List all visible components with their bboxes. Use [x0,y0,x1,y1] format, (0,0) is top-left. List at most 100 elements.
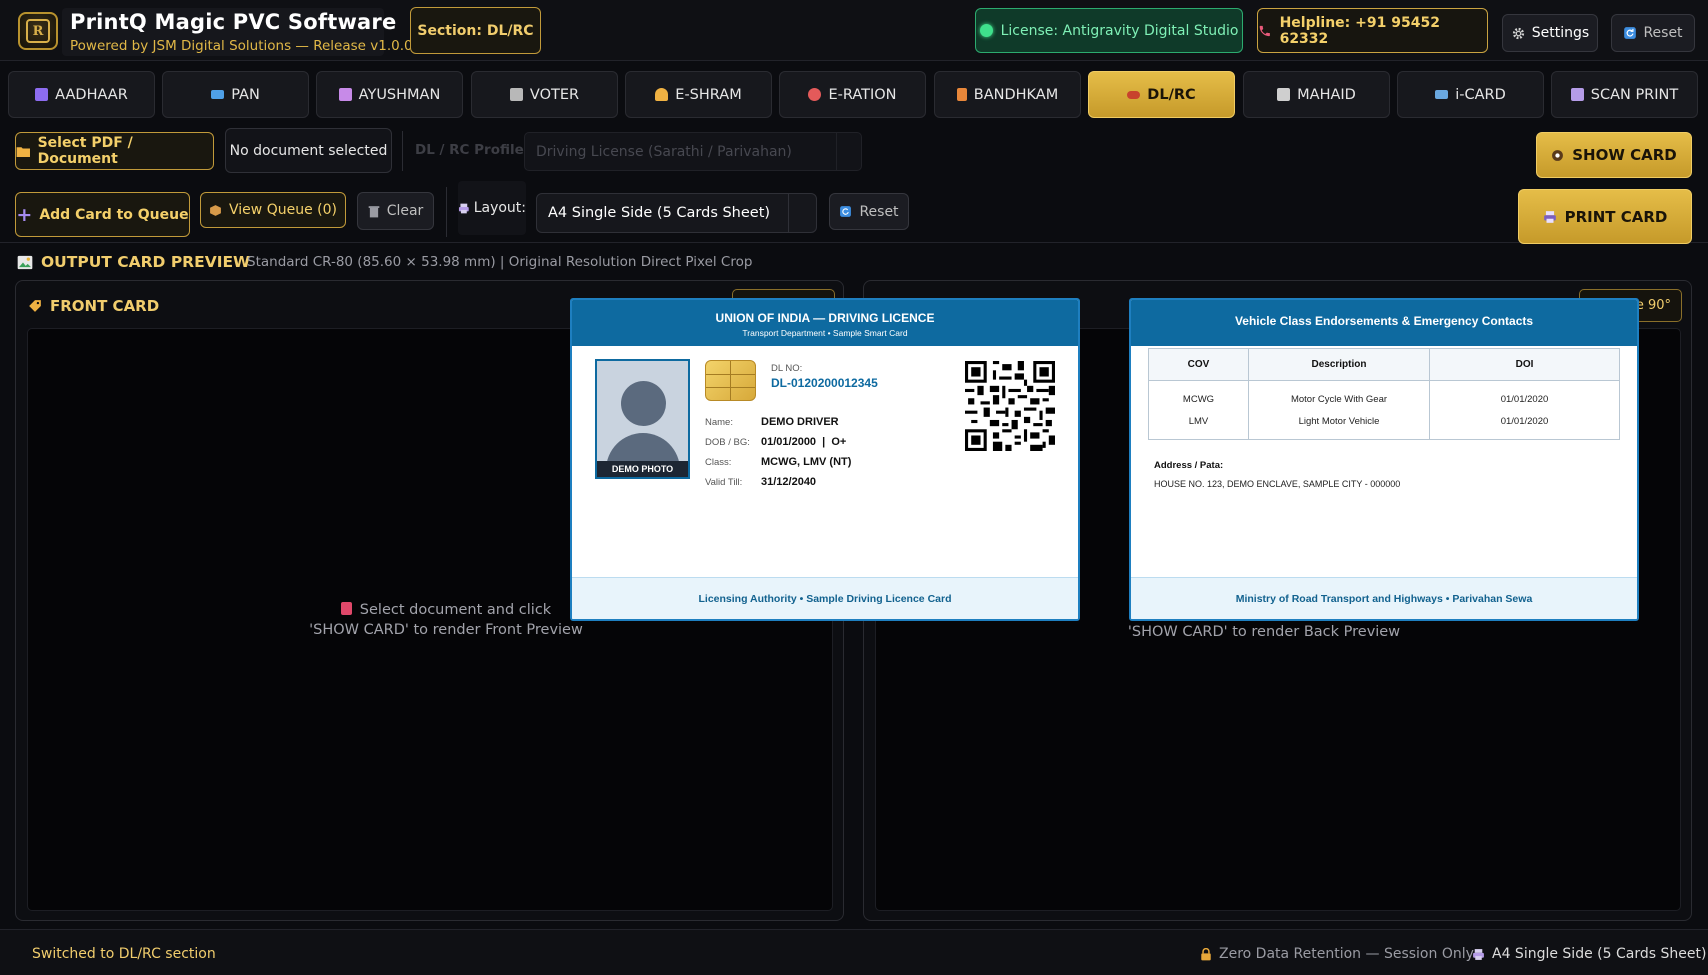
reset-button[interactable]: Reset [829,193,909,230]
print-card-button[interactable]: PRINT CARD [1518,189,1692,244]
qr-code-icon [965,361,1055,451]
license-status-icon [979,24,993,37]
license-button[interactable]: License: Antigravity Digital Studio [975,8,1243,53]
card-icon [340,602,352,615]
dl-no-label: DL NO: [771,363,803,374]
front-card-header: UNION OF INDIA — DRIVING LICENCE Transpo… [572,300,1078,346]
divider [402,131,403,171]
back-card: Vehicle Class Endorsements & Emergency C… [1129,298,1639,621]
tab-bandhkam[interactable]: BANDHKAM [934,71,1081,118]
document-status: No document selected [225,128,392,173]
front-card-title: FRONT CARD [28,297,159,315]
folder-icon [16,146,30,157]
tab-e-shram[interactable]: E-SHRAM [625,71,772,118]
ballot-icon [509,88,523,101]
tab-ayushman[interactable]: AYUSHMAN [316,71,463,118]
back-card-header: Vehicle Class Endorsements & Emergency C… [1131,300,1637,346]
app-header: R PrintQ Magic PVC Software Powered by J… [0,0,1708,61]
column-header: COV [1148,347,1249,382]
tab-aadhaar[interactable]: AADHAAR [8,71,155,118]
dob-label: DOB / BG: [705,437,750,448]
card-icon [211,90,225,99]
id-icon [35,88,49,101]
status-bar: Switched to DL/RC section Zero Data Rete… [0,929,1708,975]
refresh-icon [840,206,852,217]
photo-caption: DEMO PHOTO [597,461,688,477]
front-card: UNION OF INDIA — DRIVING LICENCE Transpo… [570,298,1080,621]
tab-dl-rc[interactable]: DL/RC [1088,71,1235,118]
layout-select[interactable]: A4 Single Side (5 Cards Sheet) [536,193,817,233]
settings-label: Settings [1531,25,1590,41]
column-header: DOI [1429,347,1620,382]
front-card-subheading: Transport Department • Sample Smart Card [742,328,908,338]
back-placeholder: 'SHOW CARD' to render Back Preview [1127,624,1401,640]
profile-value: Driving License (Sarathi / Parivahan) [536,143,792,160]
table-row: MCWG Motor Cycle With Gear 01/01/2020 [1148,380,1620,413]
select-pdf-button[interactable]: Select PDF / Document [15,132,214,170]
layout-value: A4 Single Side (5 Cards Sheet) [548,205,771,221]
car-icon [1127,90,1141,99]
front-card-footer: Licensing Authority • Sample Driving Lic… [572,577,1078,619]
phone-icon [1259,25,1270,36]
printer-icon [1473,948,1484,960]
back-card-footer: Ministry of Road Transport and Highways … [1131,577,1637,619]
tab-i-card[interactable]: i-CARD [1397,71,1544,118]
tab-voter[interactable]: VOTER [471,71,618,118]
tag-icon [29,300,41,312]
printer-icon [458,203,469,213]
section-tabs: AADHAAR PAN AYUSHMAN VOTER E-SHRAM E-RAT… [8,71,1702,119]
tab-mahaid[interactable]: MAHAID [1243,71,1390,118]
app-logo: R [18,12,58,50]
bank-icon [1277,88,1291,101]
tab-pan[interactable]: PAN [162,71,309,118]
valid-label: Valid Till: [705,477,743,488]
valid-value: 31/12/2040 [761,476,817,488]
tab-scan-print[interactable]: SCAN PRINT [1551,71,1698,118]
preview-heading: OUTPUT CARD PREVIEW [17,252,250,272]
eye-icon [1552,149,1564,161]
show-card-button[interactable]: SHOW CARD [1536,132,1692,178]
building-icon [956,88,967,101]
class-value: MCWG, LMV (NT) [761,456,852,468]
name-label: Name: [705,417,733,428]
preview-subtitle: Standard CR-80 (85.60 × 53.98 mm) | Orig… [247,254,753,270]
class-label: Class: [705,457,732,468]
smart-chip-icon [705,360,756,401]
worker-icon [655,88,669,101]
section-badge[interactable]: Section: DL/RC [410,7,541,54]
reset-app-button[interactable]: Reset [1611,14,1695,52]
preview-title: OUTPUT CARD PREVIEW [41,253,251,271]
lock-icon [1201,947,1211,960]
view-queue-button[interactable]: View Queue (0) [200,192,346,228]
tab-e-ration[interactable]: E-RATION [779,71,926,118]
name-value: DEMO DRIVER [761,416,839,428]
box-icon [210,204,221,216]
layout-status: A4 Single Side (5 Cards Sheet) [1472,946,1706,962]
license-label: License: Antigravity Digital Studio [1000,22,1239,39]
gear-icon [1512,27,1524,39]
profile-label: DL / RC Profile: [415,142,530,158]
plus-icon: + [16,203,33,226]
divider [446,187,447,237]
app-subtitle: Powered by JSM Digital Solutions — Relea… [70,38,413,54]
endorsement-table: COV Description DOI MCWG Motor Cycle Wit… [1148,347,1620,440]
profile-select[interactable]: Driving License (Sarathi / Parivahan) [524,132,862,171]
medical-icon [338,88,352,101]
helpline-label: Helpline: +91 95452 62332 [1279,14,1440,47]
printer-icon [1543,210,1556,223]
driver-photo: DEMO PHOTO [595,359,690,479]
dl-no-value: DL-0120200012345 [771,376,878,390]
add-to-queue-button[interactable]: + Add Card to Queue [15,192,190,237]
helpline-button[interactable]: Helpline: +91 95452 62332 [1257,8,1488,53]
image-icon [17,255,33,269]
ration-icon [808,88,822,101]
clear-button[interactable]: Clear [357,192,434,230]
printer-icon [1570,88,1584,101]
table-row: LMV Light Motor Vehicle 01/01/2020 [1148,412,1620,440]
refresh-icon [1624,27,1637,39]
dob-value: 01/01/2000 | O+ [761,436,847,448]
control-bar: Select PDF / Document No document select… [0,125,1708,244]
column-header: Description [1248,347,1430,382]
settings-button[interactable]: Settings [1502,14,1598,52]
trash-icon [368,205,380,217]
